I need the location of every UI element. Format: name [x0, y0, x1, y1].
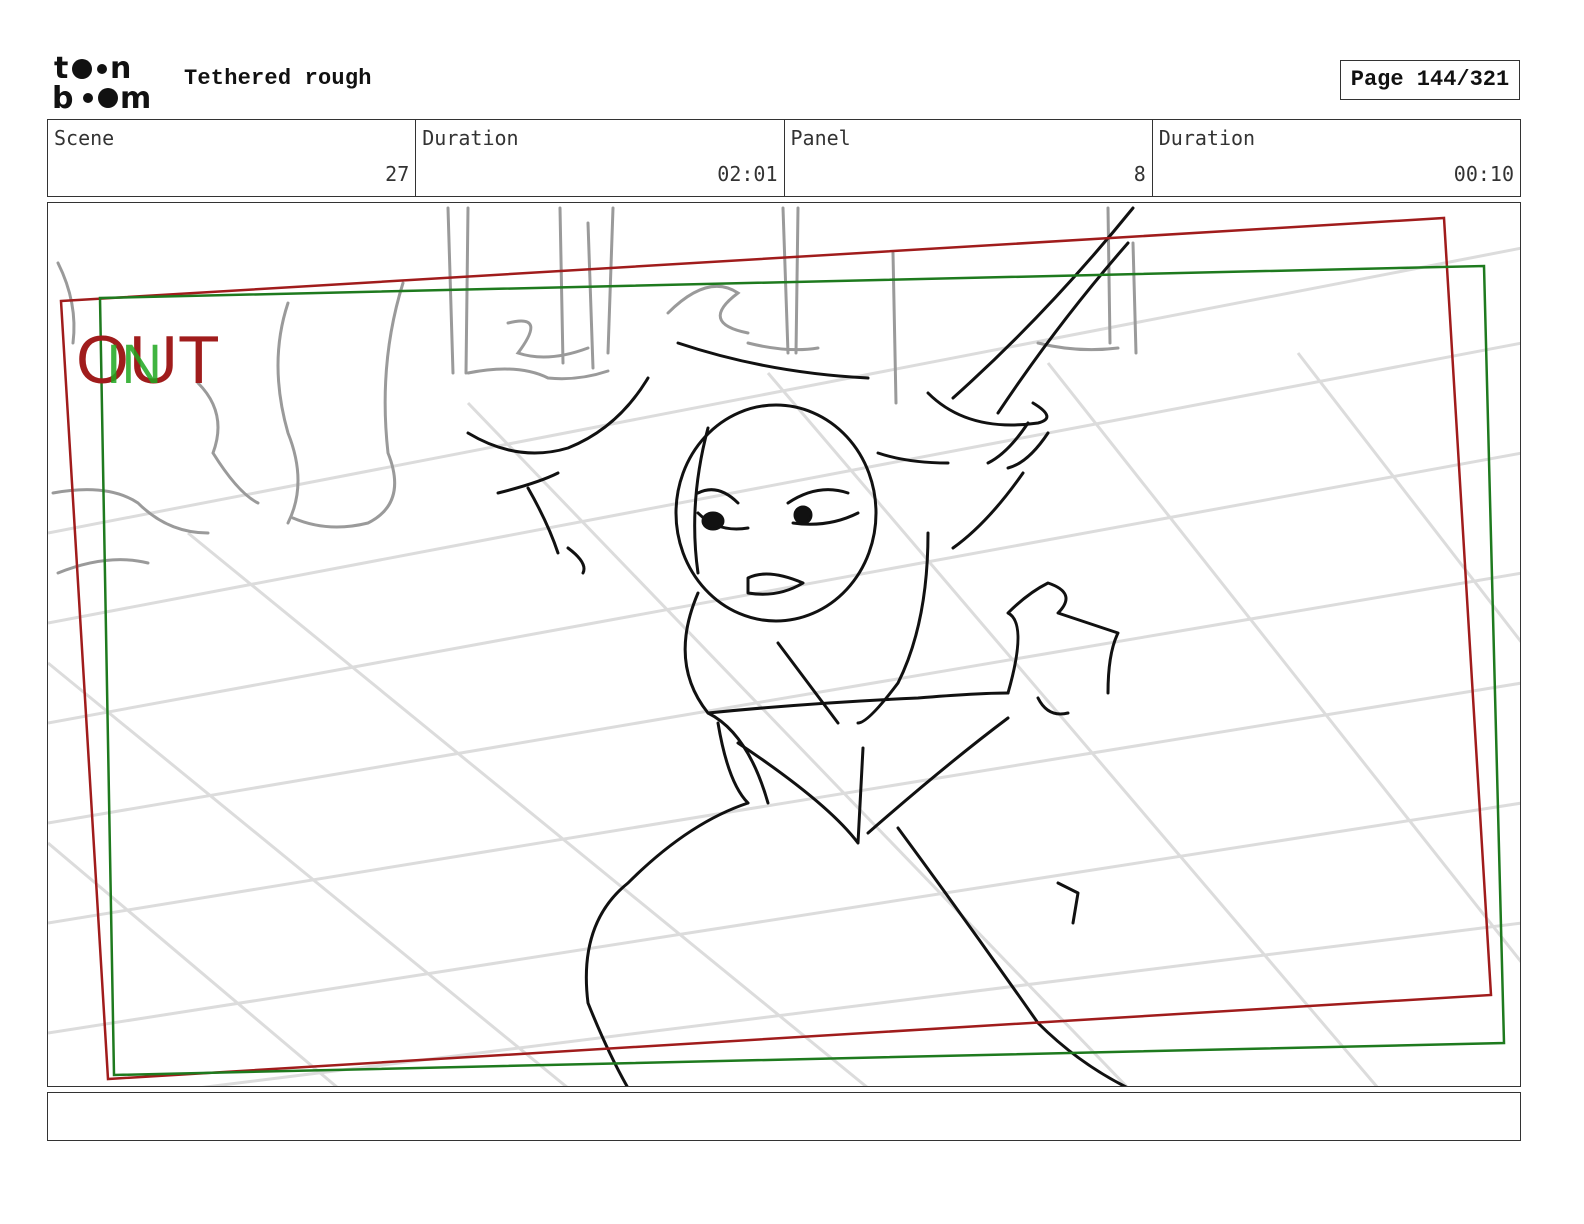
camera-in-label: IN — [106, 332, 162, 395]
storyboard-title: Tethered rough — [184, 66, 372, 91]
panel-info-table: Scene 27 Duration 02:01 Panel 8 Duration… — [47, 119, 1521, 197]
scene-duration-value: 02:01 — [717, 162, 778, 186]
svg-text:b: b — [52, 81, 73, 112]
panel-duration-value: 00:10 — [1453, 162, 1514, 186]
panel-duration-cell: Duration 00:10 — [1153, 120, 1520, 196]
floor-grid — [48, 246, 1520, 1086]
page-indicator: Page 144/321 — [1340, 60, 1520, 100]
scene-duration-label: Duration — [422, 126, 519, 150]
panel-drawing: OUT IN — [48, 206, 1520, 1086]
scene-cell: Scene 27 — [48, 120, 417, 196]
scene-duration-cell: Duration 02:01 — [416, 120, 785, 196]
svg-text:m: m — [120, 81, 151, 112]
storyboard-panel: OUT IN — [47, 202, 1521, 1087]
panel-duration-label: Duration — [1158, 126, 1256, 150]
panel-cell: Panel 8 — [785, 120, 1153, 196]
scene-value: 27 — [385, 162, 410, 186]
panel-value: 8 — [1133, 162, 1146, 186]
toon-boom-logo: t n b m — [52, 52, 151, 112]
panel-label: Panel — [790, 126, 851, 150]
panel-notes-box — [47, 1092, 1521, 1141]
character-sketch — [466, 206, 1135, 1086]
scene-label: Scene — [54, 126, 115, 150]
